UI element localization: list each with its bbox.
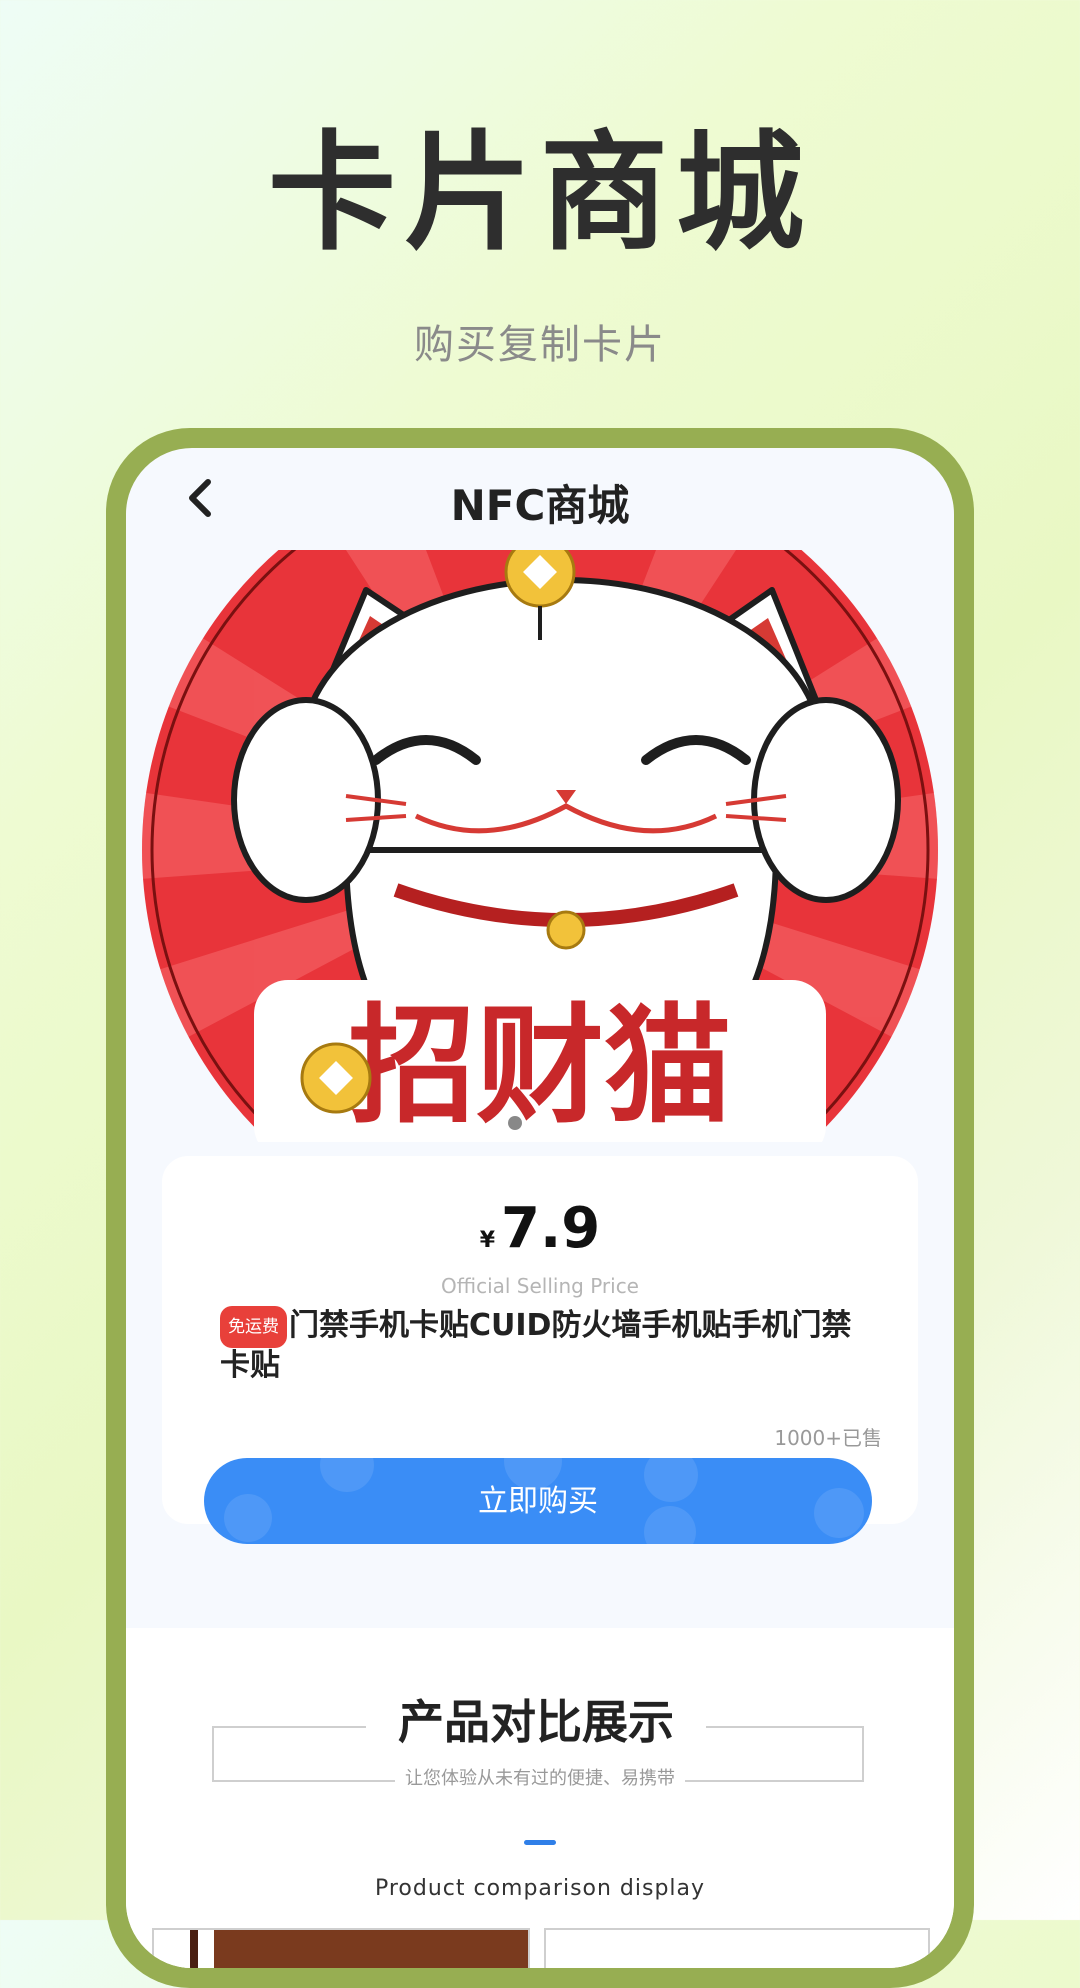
buy-now-label: 立即购买: [478, 1484, 598, 1519]
comparison-image-left: [152, 1928, 530, 1968]
free-shipping-badge: 免运费: [220, 1306, 287, 1348]
comparison-title-wrap: 产品对比展示: [366, 1694, 706, 1750]
lucky-cat-image: 招财猫: [142, 550, 938, 1142]
banner-text: 招财猫: [348, 992, 732, 1141]
comparison-subtitle: 让您体验从未有过的便捷、易携带: [126, 1764, 954, 1790]
comparison-subtitle-text: 让您体验从未有过的便捷、易携带: [395, 1768, 685, 1789]
coin-pattern-icon: [814, 1488, 864, 1538]
product-title: 免运费 门禁手机卡贴CUID防火墙手机贴手机门禁卡贴: [220, 1306, 860, 1384]
nav-bar: NFC商城: [126, 448, 954, 548]
hero-subtitle: 购买复制卡片: [414, 322, 666, 368]
carousel-indicator[interactable]: [508, 1116, 522, 1130]
coin-pattern-icon: [224, 1494, 272, 1542]
price-caption: Official Selling Price: [441, 1274, 639, 1298]
price-value: 7.9: [501, 1196, 601, 1261]
comparison-section: 产品对比展示 让您体验从未有过的便捷、易携带 Product compariso…: [126, 1628, 954, 1968]
price: ¥7.9: [162, 1196, 918, 1261]
hero-title: 卡片商城: [267, 119, 812, 268]
product-title-text: 门禁手机卡贴CUID防火墙手机贴手机门禁卡贴: [220, 1308, 852, 1383]
comparison-subtitle-en: Product comparison display: [374, 1876, 706, 1901]
nav-title: NFC商城: [450, 481, 630, 530]
coin-pattern-icon: [320, 1458, 374, 1492]
door-frame-strip: [190, 1930, 198, 1968]
comparison-underline: [524, 1840, 556, 1845]
door-panel: [214, 1930, 528, 1968]
price-currency: ¥: [479, 1228, 496, 1253]
phone-screen: NFC商城 招财猫 ¥ 7.9 Official Selling Price 免…: [126, 448, 954, 1968]
product-card: ¥7.9 Official Selling Price 免运费 门禁手机卡贴CUI…: [162, 1156, 918, 1544]
sold-count: 1000+已售: [774, 1426, 882, 1450]
buy-now-button[interactable]: 立即购买: [204, 1458, 872, 1544]
coin-pattern-icon: [644, 1506, 696, 1544]
banner-carousel[interactable]: 招财猫: [126, 550, 954, 1142]
comparison-title: 产品对比展示: [398, 1695, 674, 1749]
coin-pattern-icon: [644, 1458, 698, 1502]
comparison-image-right: [544, 1928, 930, 1968]
